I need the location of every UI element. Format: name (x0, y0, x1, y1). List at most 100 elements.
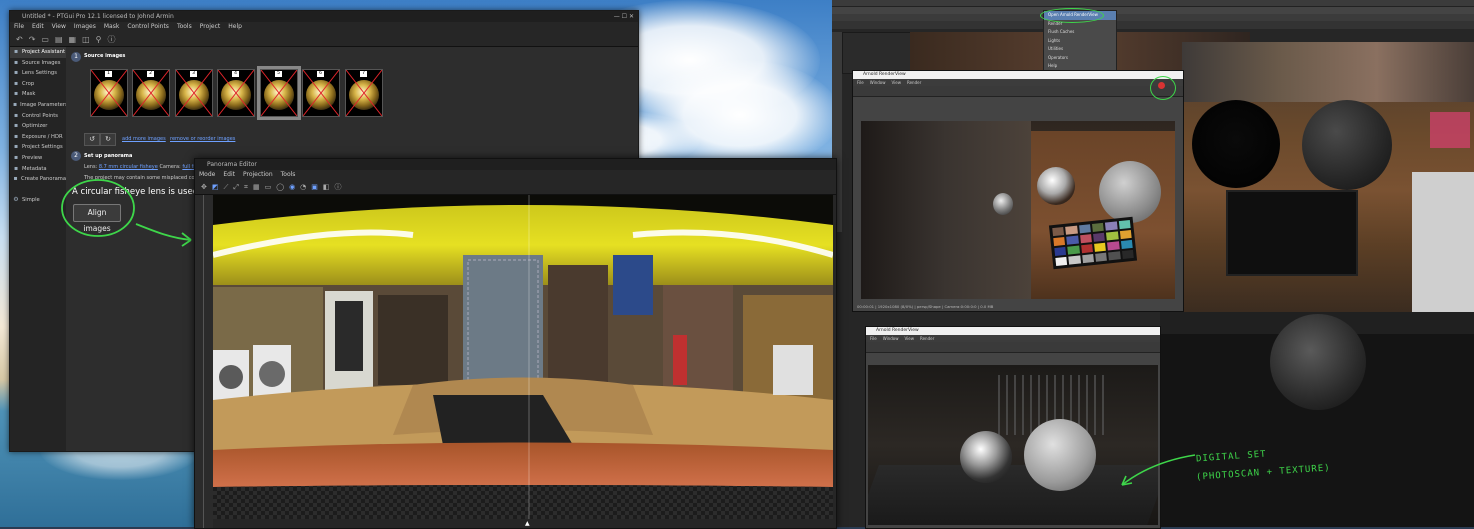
save-icon[interactable]: ▤ (55, 35, 63, 44)
rectangle-icon[interactable]: ▭ (265, 183, 272, 191)
rotate-left-button[interactable]: ↺ (84, 133, 100, 146)
render-view-toolbar[interactable] (853, 82, 1183, 97)
sidebar-item-exposure-hdr[interactable]: ▪ Exposure / HDR (10, 132, 66, 143)
sidebar-item-lens-settings[interactable]: ▪ Lens Settings (10, 68, 66, 79)
render-view-2-menu-window[interactable]: Window (883, 335, 899, 342)
sidebar-item-source-images[interactable]: ▪ Source Images (10, 58, 66, 69)
sidebar-item-project-settings[interactable]: ▪ Project Settings (10, 142, 66, 153)
fit-icon[interactable]: ⤢ (233, 183, 239, 192)
render-view-2-title: Arnold RenderView (866, 327, 1160, 335)
render-view-menu-window[interactable]: Window (870, 79, 886, 86)
move-icon[interactable]: ✥ (201, 183, 207, 191)
color-checker-chart (1048, 216, 1138, 270)
sidebar-item-control-points[interactable]: ▪ Control Points (10, 111, 66, 122)
menu-item-mask[interactable]: Mask (104, 22, 119, 32)
render-view-2-menu-file[interactable]: File (870, 335, 877, 342)
crop-tool-icon[interactable]: ⌗ (244, 183, 248, 192)
excluded-cross-icon (303, 70, 339, 116)
menu-item-project[interactable]: Project (200, 22, 221, 32)
excluded-cross-icon (133, 70, 169, 116)
pano-menu-projection[interactable]: Projection (243, 170, 273, 180)
pin-icon[interactable]: ⚲ (96, 35, 102, 44)
preview-icon: ▪ (13, 153, 19, 161)
pano-center-marker[interactable]: ▲ (525, 520, 530, 527)
excluded-cross-icon (91, 70, 127, 116)
rotate-icon[interactable]: ◩ (212, 183, 219, 191)
arnold-menu-item[interactable]: Utilities (1044, 45, 1116, 54)
render-view-menu-file[interactable]: File (857, 79, 864, 86)
menu-item-edit[interactable]: Edit (32, 22, 44, 32)
source-image-thumbnail[interactable]: 7 (345, 69, 383, 117)
source-image-thumbnail[interactable]: 2 (132, 69, 170, 117)
viewport-garage-photo[interactable] (1182, 42, 1474, 312)
source-image-thumbnail[interactable]: 4 (217, 69, 255, 117)
assistant-icon: ▪ (13, 48, 19, 55)
window-controls[interactable]: — ☐ ✕ (614, 11, 634, 22)
arnold-menu-item[interactable]: Operators (1044, 54, 1116, 63)
render-view-menu-render[interactable]: Render (907, 79, 921, 86)
points-icon: ▪ (13, 111, 19, 119)
add-more-images-link[interactable]: add more images (122, 136, 166, 142)
render-view-2-toolbar[interactable] (866, 342, 1160, 353)
render-status-bar: 00:00:01 | 1920x1080 (8/0%) | persp/Shap… (857, 304, 994, 309)
menu-item-view[interactable]: View (52, 22, 66, 32)
arnold-menu-item[interactable]: Lights (1044, 37, 1116, 46)
step-2-title: Set up panorama (84, 153, 133, 159)
sidebar-item-optimizer[interactable]: ▪ Optimizer (10, 121, 66, 132)
pano-menu-bar[interactable]: Mode Edit Projection Tools (195, 170, 836, 180)
source-image-thumbnail[interactable]: 6 (302, 69, 340, 117)
menu-item-control-points[interactable]: Control Points (127, 22, 169, 32)
circle-icon[interactable]: ◯ (276, 183, 284, 191)
rotate-right-button[interactable]: ↻ (100, 133, 116, 146)
exposure-icon: ▪ (13, 132, 19, 140)
view-2-icon[interactable]: ◧ (323, 183, 330, 191)
redo-icon[interactable]: ↷ (29, 35, 36, 44)
menu-item-images[interactable]: Images (74, 22, 96, 32)
pano-toolbar[interactable]: ✥ ◩ ⟋ ⤢ ⌗ ▦ ▭ ◯ ◉ ◔ ▣ ◧ ⓘ (195, 180, 836, 195)
render-view-2-menu-render[interactable]: Render (920, 335, 934, 342)
straighten-icon[interactable]: ⟋ (224, 183, 229, 192)
sidebar-item-mask[interactable]: ▪ Mask (10, 89, 66, 100)
ptgui-title: Untitled * - PTGui Pro 12.1 licensed to … (22, 13, 174, 20)
info-icon[interactable]: ⓘ (335, 182, 342, 192)
menu-item-tools[interactable]: Tools (177, 22, 192, 32)
source-image-thumbnail[interactable]: 1 (90, 69, 128, 117)
render-view-2-menu-view[interactable]: View (904, 335, 914, 342)
lens-value-link[interactable]: 8.7 mm circular fisheye (99, 164, 158, 170)
sidebar-item-image-parameters[interactable]: ▪ Image Parameters (10, 100, 68, 111)
sidebar-item-label: Preview (22, 154, 43, 161)
help-icon[interactable]: ⓘ (108, 34, 116, 45)
source-image-thumbnail[interactable]: 5 (257, 66, 301, 120)
equirectangular-panorama-preview[interactable] (213, 195, 833, 519)
ptgui-title-bar: Untitled * - PTGui Pro 12.1 licensed to … (10, 11, 638, 22)
ptgui-toolbar[interactable]: ↶ ↷ ▭ ▤ ▦ ◫ ⚲ ⓘ (10, 32, 638, 47)
undo-icon[interactable]: ↶ (16, 35, 23, 44)
sidebar-item-project-assistant[interactable]: ▪ Project Assistant (10, 47, 66, 58)
arnold-render-view-window[interactable]: Arnold RenderView File Window View Render 0… (852, 70, 1184, 312)
sidebar-item-label: Control Points (22, 112, 58, 119)
pano-menu-mode[interactable]: Mode (199, 170, 215, 180)
remove-reorder-images-link[interactable]: remove or reorder images (170, 136, 235, 142)
view-1-icon[interactable]: ▣ (311, 183, 318, 191)
grid-toggle-icon[interactable]: ▦ (253, 183, 260, 191)
stop-button-highlight-ring (1150, 76, 1176, 100)
pano-menu-tools[interactable]: Tools (281, 170, 296, 180)
menu-item-file[interactable]: File (14, 22, 24, 32)
excluded-cross-icon (261, 70, 297, 116)
menu-item-help[interactable]: Help (228, 22, 242, 32)
eye-icon[interactable]: ◔ (300, 183, 306, 191)
arnold-menu-item[interactable]: Flush Caches (1044, 28, 1116, 37)
arnold-render-view-window-2[interactable]: Arnold RenderView File Window View Render (865, 326, 1161, 529)
sidebar-item-preview[interactable]: ▪ Preview (10, 153, 66, 164)
sidebar-item-label: Project Assistant (22, 49, 66, 55)
render-view-menu-view[interactable]: View (891, 79, 901, 86)
open-icon[interactable]: ▭ (41, 35, 49, 44)
source-image-thumbnail[interactable]: 3 (175, 69, 213, 117)
pano-menu-edit[interactable]: Edit (223, 170, 235, 180)
projection-icon[interactable]: ◉ (289, 183, 295, 191)
grid-icon[interactable]: ▦ (69, 35, 77, 44)
panorama-icon[interactable]: ◫ (82, 35, 90, 44)
sidebar-item-crop[interactable]: ▪ Crop (10, 79, 66, 90)
panorama-editor-window[interactable]: Panorama Editor Mode Edit Projection Tools … (194, 158, 837, 529)
ptgui-menu-bar[interactable]: File Edit View Images Mask Control Points Tool… (10, 22, 638, 32)
